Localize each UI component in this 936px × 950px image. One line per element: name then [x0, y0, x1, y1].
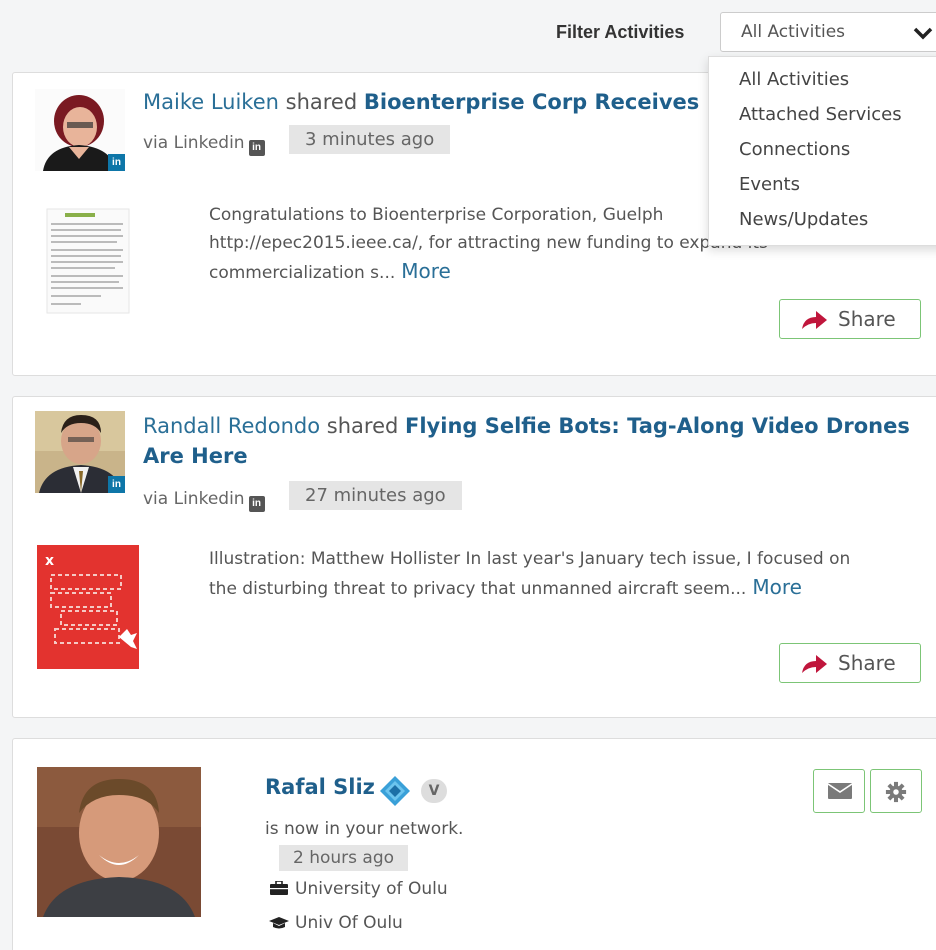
- filter-select[interactable]: All Activities: [720, 12, 936, 52]
- avatar[interactable]: in: [35, 411, 125, 493]
- connection-status-text: is now in your network.: [265, 819, 464, 839]
- gear-icon: [885, 781, 907, 803]
- share-button[interactable]: Share: [779, 299, 921, 339]
- filter-option-events[interactable]: Events: [739, 174, 800, 195]
- more-link[interactable]: More: [401, 259, 451, 283]
- diamond-badge-icon: [380, 776, 410, 806]
- work-text: University of Oulu: [295, 879, 448, 899]
- linkedin-icon: in: [248, 496, 265, 512]
- connection-name-link[interactable]: Rafal Sliz: [265, 775, 375, 799]
- activity-timestamp: 27 minutes ago: [289, 481, 462, 510]
- envelope-icon: [827, 783, 853, 799]
- share-arrow-icon: [802, 311, 827, 329]
- user-name-link[interactable]: Maike Luiken: [143, 90, 279, 114]
- work-detail: University of Oulu: [269, 879, 448, 899]
- linkedin-badge-icon: in: [108, 476, 125, 493]
- share-label: Share: [838, 651, 896, 675]
- illustration-thumbnail-image: x: [37, 545, 139, 669]
- connection-timestamp: 2 hours ago: [279, 845, 409, 871]
- filter-dropdown-menu: All Activities Attached Services Connect…: [708, 56, 936, 246]
- share-arrow-icon: [802, 655, 827, 673]
- verified-badge: V: [421, 779, 447, 803]
- filter-option-news-updates[interactable]: News/Updates: [739, 209, 868, 230]
- filter-option-all-activities[interactable]: All Activities: [739, 69, 849, 90]
- briefcase-icon: [270, 881, 288, 895]
- connection-photo[interactable]: [37, 767, 201, 917]
- avatar[interactable]: in: [35, 89, 125, 171]
- user-name-link[interactable]: Randall Redondo: [143, 414, 320, 438]
- excerpt-text: Congratulations to Bioenterprise Corpora…: [209, 205, 768, 283]
- activity-headline: Randall Redondo shared Flying Selfie Bot…: [143, 411, 923, 471]
- settings-button[interactable]: [870, 769, 922, 813]
- shared-item-link[interactable]: Bioenterprise Corp Receives N: [364, 90, 724, 114]
- article-thumbnail[interactable]: x: [37, 545, 139, 669]
- more-link[interactable]: More: [752, 575, 802, 599]
- filter-bar: Filter Activities All Activities: [0, 10, 936, 54]
- article-thumbnail[interactable]: [37, 205, 137, 317]
- filter-option-attached-services[interactable]: Attached Services: [739, 104, 902, 125]
- via-label: via Linkedin: [143, 489, 245, 509]
- education-text: Univ Of Oulu: [295, 913, 403, 933]
- svg-text:x: x: [45, 553, 54, 569]
- activity-timestamp: 3 minutes ago: [289, 125, 451, 154]
- person-photo-image: [37, 767, 201, 917]
- linkedin-icon: in: [248, 140, 265, 156]
- activity-excerpt: Illustration: Matthew Hollister In last …: [209, 545, 869, 603]
- education-detail: Univ Of Oulu: [269, 913, 403, 933]
- activity-verb: shared: [285, 90, 358, 114]
- share-button[interactable]: Share: [779, 643, 921, 683]
- activity-headline: Maike Luiken shared Bioenterprise Corp R…: [143, 87, 733, 117]
- message-button[interactable]: [813, 769, 865, 813]
- activity-card: in Randall Redondo shared Flying Selfie …: [12, 396, 936, 718]
- linkedin-badge-icon: in: [108, 154, 125, 171]
- via-label: via Linkedin: [143, 133, 245, 153]
- connection-card: Rafal Sliz V is now in your network. 2 h…: [12, 738, 936, 950]
- activity-verb: shared: [326, 414, 399, 438]
- document-thumbnail-image: [37, 205, 137, 317]
- activity-source: via Linkedin in: [143, 133, 265, 156]
- share-label: Share: [838, 307, 896, 331]
- chevron-down-icon: [913, 27, 933, 40]
- activity-source: via Linkedin in: [143, 489, 265, 512]
- filter-option-connections[interactable]: Connections: [739, 139, 850, 160]
- filter-label: Filter Activities: [556, 22, 685, 42]
- filter-selected-value: All Activities: [741, 22, 846, 42]
- graduation-cap-icon: [269, 917, 289, 929]
